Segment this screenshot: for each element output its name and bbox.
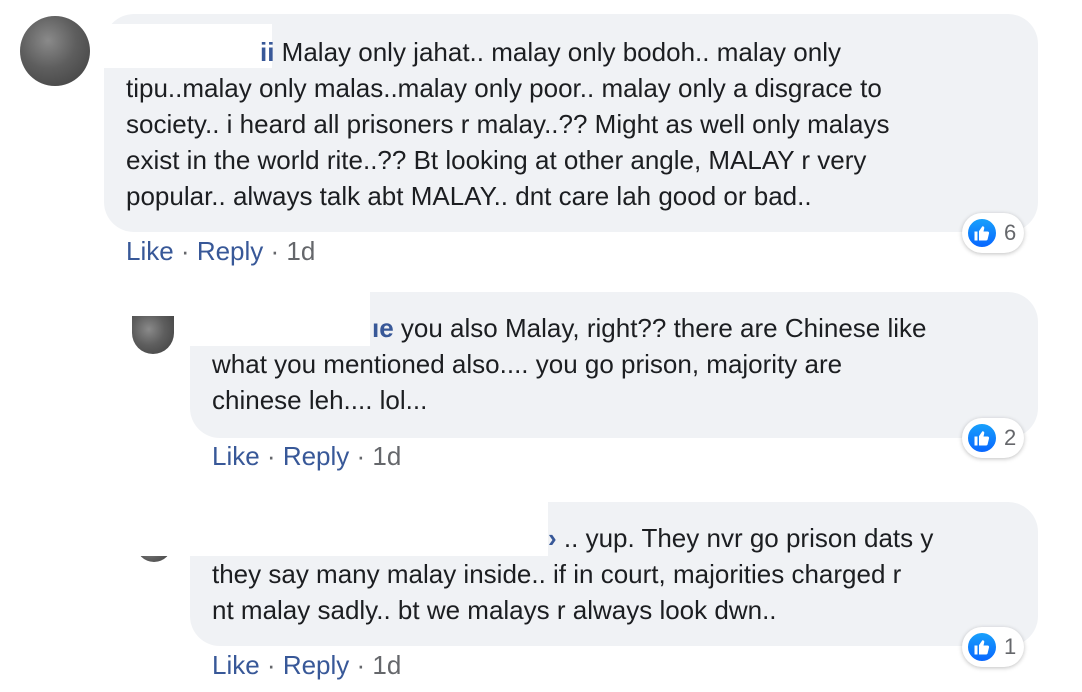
like-button[interactable]: Like — [212, 441, 260, 471]
separator: · — [349, 650, 373, 680]
comment-line: popular.. always talk abt MALAY.. dnt ca… — [126, 181, 812, 211]
separator: · — [173, 236, 197, 266]
comment-line: what you mentioned also.... you go priso… — [212, 349, 843, 379]
comment-text: › .. yup. They nvr go prison dats y — [212, 520, 933, 556]
like-button[interactable]: Like — [126, 236, 174, 266]
author-name[interactable]: › — [548, 523, 557, 553]
comment-line: they say many malay inside.. if in court… — [212, 559, 902, 589]
comment-line: .. yup. They nvr go prison dats y — [556, 523, 934, 553]
avatar[interactable] — [132, 316, 174, 354]
reply-button[interactable]: Reply — [197, 236, 263, 266]
comment-actions: Like · Reply · 1d — [126, 236, 315, 266]
reaction-count: 6 — [1004, 220, 1017, 245]
like-icon — [966, 422, 998, 454]
comment-line: Malay only jahat.. malay only bodoh.. ma… — [274, 37, 841, 67]
reply-button[interactable]: Reply — [283, 650, 349, 680]
avatar[interactable] — [20, 16, 90, 86]
reaction-count: 1 — [1004, 634, 1017, 659]
reply-button[interactable]: Reply — [283, 441, 349, 471]
author-name[interactable]: ıe — [372, 313, 394, 343]
author-name[interactable]: ii — [260, 37, 274, 67]
comment-actions: Like · Reply · 1d — [212, 650, 401, 680]
comment-line: exist in the world rite..?? Bt looking a… — [126, 145, 867, 175]
reaction-summary[interactable]: 2 — [962, 418, 1025, 458]
comment-text: ıe you also Malay, right?? there are Chi… — [212, 310, 926, 346]
reaction-summary[interactable]: 6 — [962, 213, 1025, 253]
comment-line: society.. i heard all prisoners r malay.… — [126, 109, 890, 139]
reaction-count: 2 — [1004, 425, 1017, 450]
comment-line: chinese leh.... lol... — [212, 385, 428, 415]
timestamp[interactable]: 1d — [286, 236, 315, 266]
separator: · — [259, 650, 283, 680]
separator: · — [259, 441, 283, 471]
reaction-summary[interactable]: 1 — [962, 627, 1025, 667]
comment-text: ii Malay only jahat.. malay only bodoh..… — [126, 34, 841, 70]
comment-line: nt malay sadly.. bt we malays r always l… — [212, 595, 777, 625]
timestamp[interactable]: 1d — [372, 650, 401, 680]
like-icon — [966, 217, 998, 249]
comment-line: you also Malay, right?? there are Chines… — [393, 313, 927, 343]
timestamp[interactable]: 1d — [372, 441, 401, 471]
comment-line: tipu..malay only malas..malay only poor.… — [126, 73, 882, 103]
like-icon — [966, 631, 998, 663]
like-button[interactable]: Like — [212, 650, 260, 680]
separator: · — [263, 236, 287, 266]
separator: · — [349, 441, 373, 471]
comment-actions: Like · Reply · 1d — [212, 441, 401, 471]
